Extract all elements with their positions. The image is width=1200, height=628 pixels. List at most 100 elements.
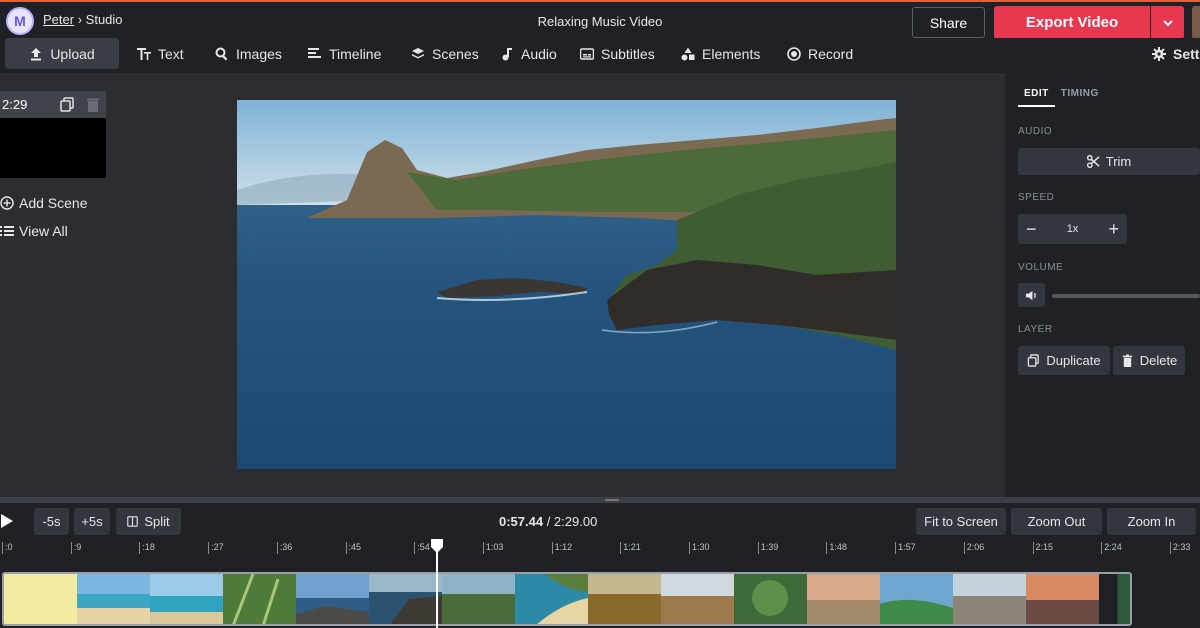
clip-frame (880, 574, 953, 624)
speed-increase-button[interactable]: + (1108, 220, 1119, 238)
ruler-tick-label: 1:21 (620, 542, 641, 554)
current-time: 0:57.44 (499, 514, 544, 529)
toolbar-audio-button[interactable]: Audio (500, 38, 557, 69)
ruler-tick-label: 2:06 (963, 542, 984, 554)
music-note-icon (502, 47, 512, 60)
grip-icon (605, 499, 619, 501)
split-icon (127, 516, 139, 527)
tab-timing[interactable]: TIMING (1055, 86, 1105, 107)
toolbar-item-label: Elements (702, 45, 761, 62)
shapes-icon (681, 47, 695, 60)
timeline-icon (308, 47, 321, 58)
toolbar-item-label: Audio (521, 45, 557, 62)
clip-frame (223, 574, 296, 624)
trash-icon (1122, 354, 1132, 367)
list-icon (0, 226, 14, 236)
toolbar-item-label: Scenes (432, 45, 479, 62)
ruler-tick-label: 2:15 (1032, 542, 1053, 554)
avatar[interactable]: M (6, 7, 34, 35)
clip-frame (442, 574, 515, 624)
share-button[interactable]: Share (912, 7, 985, 38)
coastal-landscape-image (237, 100, 896, 469)
copy-icon[interactable] (60, 97, 74, 112)
clip-frame (734, 574, 807, 624)
video-preview[interactable] (237, 100, 896, 469)
subtitles-icon (580, 47, 594, 60)
toolbar-record-button[interactable]: Record (787, 38, 853, 69)
toolbar-elements-button[interactable]: Elements (681, 38, 760, 69)
fit-to-screen-button[interactable]: Fit to Screen (916, 508, 1006, 535)
zoom-in-button[interactable]: Zoom In (1107, 508, 1196, 535)
scene-duration: 2:29 (2, 97, 28, 112)
ruler-tick-label: :45 (345, 542, 361, 554)
ruler-tick-label: :27 (208, 542, 224, 554)
clip-frame (1099, 574, 1130, 624)
trim-button[interactable]: Trim (1018, 148, 1200, 175)
toolbar-scenes-button[interactable]: Scenes (411, 38, 479, 69)
export-video-button[interactable]: Export Video (994, 6, 1150, 39)
trim-label: Trim (1105, 154, 1132, 169)
toolbar-subtitles-button[interactable]: Subtitles (580, 38, 655, 69)
volume-section-label: VOLUME (1018, 262, 1064, 273)
scissors-icon (1086, 155, 1100, 168)
breadcrumb: Peter › Studio (43, 12, 123, 27)
skip-back-button[interactable]: -5s (34, 508, 69, 535)
skip-forward-button[interactable]: +5s (74, 508, 110, 535)
playhead[interactable] (436, 548, 438, 628)
export-options-button[interactable] (1151, 6, 1184, 39)
breadcrumb-user-link[interactable]: Peter (43, 12, 74, 27)
ruler-tick-label: 2:33 (1169, 542, 1190, 554)
duplicate-button[interactable]: Duplicate (1018, 346, 1110, 375)
truncated-button[interactable] (1192, 6, 1200, 39)
add-scene-button[interactable]: Add Scene (0, 195, 88, 211)
split-button[interactable]: Split (116, 508, 181, 535)
mute-button[interactable] (1018, 283, 1045, 307)
chevron-down-icon (1162, 19, 1173, 26)
video-clip[interactable] (2, 572, 1132, 626)
toolbar-item-label: Setti (1173, 45, 1200, 62)
search-icon (215, 47, 228, 60)
add-scene-label: Add Scene (19, 195, 88, 211)
main-toolbar: Upload Text Images Timeline Scenes Audio… (0, 38, 1200, 73)
split-label: Split (144, 514, 170, 529)
toolbar-upload-button[interactable]: Upload (5, 38, 119, 69)
clip-frame (515, 574, 588, 624)
clip-frame (369, 574, 442, 624)
view-all-button[interactable]: View All (0, 223, 68, 239)
view-all-label: View All (19, 223, 68, 239)
speed-decrease-button[interactable]: − (1026, 220, 1037, 238)
timeline-ruler[interactable]: :0:9:18:27:36:45:54 1:03 1:12 1:21 1:30 1:39 1… (0, 539, 1200, 570)
clip-frame (4, 574, 77, 624)
speed-section-label: SPEED (1018, 192, 1055, 203)
speaker-icon (1025, 290, 1036, 300)
record-icon (787, 46, 801, 61)
toolbar-text-button[interactable]: Text (137, 38, 184, 69)
ruler-tick-label: 1:48 (826, 542, 847, 554)
tab-edit[interactable]: EDIT (1018, 86, 1055, 107)
plus-circle-icon (0, 196, 14, 210)
toolbar-images-button[interactable]: Images (215, 38, 282, 69)
layer-section-label: LAYER (1018, 324, 1053, 335)
playhead-handle-icon[interactable] (431, 539, 443, 553)
delete-button[interactable]: Delete (1113, 346, 1185, 375)
ruler-tick-label: 1:03 (482, 542, 503, 554)
toolbar-timeline-button[interactable]: Timeline (308, 38, 381, 69)
ruler-tick-label: 2:24 (1101, 542, 1122, 554)
play-icon[interactable] (0, 513, 14, 529)
speed-value: 1x (1066, 223, 1079, 235)
toolbar-item-label: Timeline (329, 45, 382, 62)
toolbar-item-label: Upload (50, 45, 95, 62)
volume-slider[interactable] (1052, 294, 1200, 298)
clip-frame (1026, 574, 1099, 624)
scene-card[interactable]: 2:29 (0, 91, 106, 178)
clip-frame (588, 574, 661, 624)
zoom-out-button[interactable]: Zoom Out (1011, 508, 1102, 535)
toolbar-item-label: Record (808, 45, 854, 62)
total-time: / 2:29.00 (543, 514, 598, 529)
time-display: 0:57.44 / 2:29.00 (499, 514, 597, 529)
speed-stepper: − 1x + (1018, 214, 1127, 244)
trash-icon[interactable] (86, 97, 100, 112)
duplicate-label: Duplicate (1046, 353, 1101, 368)
ruler-tick-label: 1:30 (689, 542, 710, 554)
toolbar-settings-button[interactable]: Setti (1152, 38, 1200, 69)
